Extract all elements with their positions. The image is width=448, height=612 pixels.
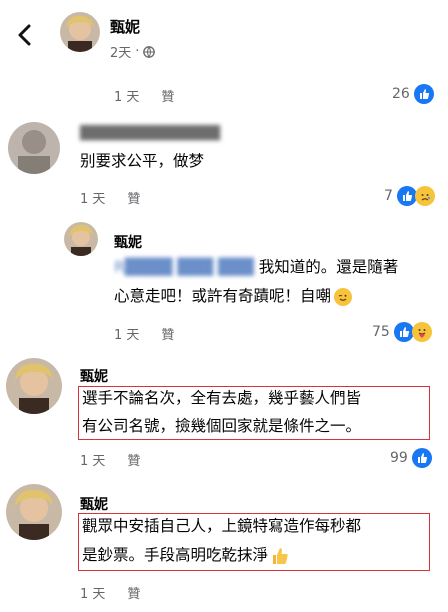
winking-face-icon	[334, 287, 353, 306]
like-icon	[396, 186, 417, 206]
separator: ·	[135, 44, 140, 59]
comment-text-line: 心意走吧！或許有奇蹟呢！自嘲	[114, 282, 353, 311]
like-icon	[413, 84, 434, 104]
reaction-count: 75	[372, 324, 390, 340]
post-action-time: 1 天	[114, 90, 140, 105]
comment-reactions[interactable]: 7	[384, 186, 435, 206]
back-button[interactable]	[10, 20, 40, 50]
like-button[interactable]: 贊	[127, 188, 140, 207]
like-icon	[393, 322, 414, 342]
comment-time: 1 天	[80, 192, 106, 207]
reaction-count: 7	[384, 188, 393, 204]
comment-text-line: 是鈔票。手段高明吃乾抹淨	[82, 541, 290, 570]
comment-reactions[interactable]: 99	[390, 448, 432, 468]
comment-action-row: 1 天 贊	[80, 188, 140, 207]
thumbs-up-icon	[270, 546, 290, 566]
comment-author[interactable]: 甄妮	[80, 494, 108, 514]
post-reactions[interactable]: 26	[392, 84, 434, 104]
comment-time: 1 天	[114, 328, 140, 343]
like-button[interactable]: 贊	[161, 86, 174, 105]
comment-time: 1 天	[80, 587, 106, 602]
post-meta: 2天 ·	[110, 42, 156, 61]
comment-author[interactable]: 甄妮	[80, 366, 108, 386]
comment-reactions[interactable]: 75	[372, 322, 432, 342]
page-title[interactable]: 甄妮	[110, 16, 140, 37]
comment-author[interactable]: 甄妮	[114, 232, 142, 252]
post-action-row: 1 天 贊	[114, 86, 174, 105]
comment-action-row: 1 天 贊	[114, 324, 174, 343]
comment-time: 1 天	[80, 454, 106, 469]
chevron-left-icon	[18, 24, 31, 46]
mention-link[interactable]: R████ ███ ███	[114, 258, 254, 276]
comment-text: 别要求公平，做梦	[80, 152, 205, 170]
like-icon	[411, 448, 432, 468]
like-button[interactable]: 贊	[127, 450, 140, 469]
comment-action-row: 1 天 贊	[80, 583, 140, 602]
comment-text: 我知道的。還是隨著	[258, 258, 399, 276]
care-face-icon	[411, 322, 432, 342]
comment-text-line: R████ ███ ███ 我知道的。還是隨著	[114, 253, 398, 282]
avatar[interactable]	[6, 358, 62, 414]
sad-face-icon	[414, 186, 435, 206]
avatar[interactable]	[64, 222, 98, 256]
comment-text: 選手不論名次，全有去處，幾乎藝人們皆	[82, 389, 362, 407]
avatar[interactable]	[8, 122, 60, 174]
like-button[interactable]: 贊	[161, 324, 174, 343]
comment-text: 有公司名號，撿幾個回家就是條件之一。	[82, 417, 362, 435]
like-button[interactable]: 贊	[127, 583, 140, 602]
reaction-count: 99	[390, 450, 408, 466]
globe-icon	[143, 45, 156, 58]
comment-action-row: 1 天 贊	[80, 450, 140, 469]
comment-text: 心意走吧！或許有奇蹟呢！自嘲	[114, 287, 332, 305]
reaction-count: 26	[392, 86, 410, 102]
comment-text: 觀眾中安插自己人，上鏡特寫造作每秒都	[82, 517, 362, 535]
comment-author[interactable]: ██████████████	[80, 126, 220, 141]
avatar[interactable]	[6, 484, 62, 540]
post-time: 2天	[110, 46, 132, 61]
avatar[interactable]	[60, 12, 100, 52]
comment-text: 是鈔票。手段高明吃乾抹淨	[82, 546, 269, 564]
